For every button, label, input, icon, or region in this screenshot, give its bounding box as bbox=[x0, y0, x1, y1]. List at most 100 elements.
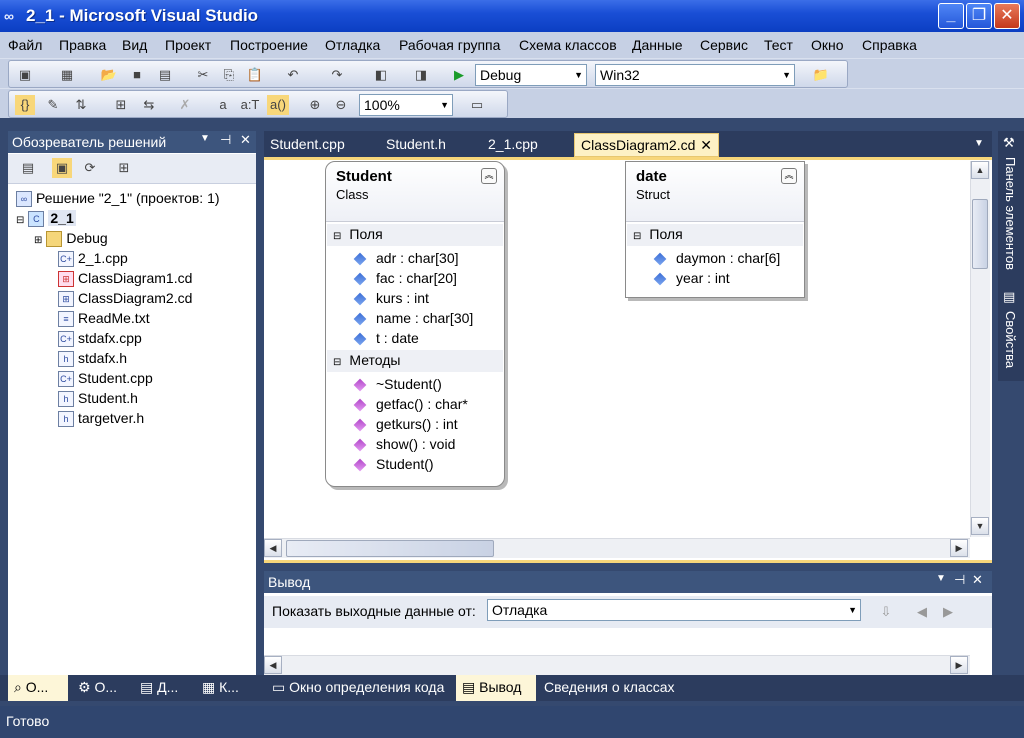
new-project-icon[interactable]: ▣ bbox=[15, 65, 35, 85]
vertical-scrollbar[interactable]: ▲ ▼ bbox=[970, 161, 990, 537]
field-item[interactable]: adr : char[30] bbox=[353, 250, 459, 266]
field-item[interactable]: t : date bbox=[353, 330, 419, 346]
methods-section[interactable]: ⊟ Методы bbox=[327, 350, 503, 372]
class-details-window-icon[interactable]: ▭ bbox=[467, 95, 487, 115]
add-item-icon[interactable]: ▦ bbox=[57, 65, 77, 85]
zoom-in-icon[interactable]: ⊕ bbox=[305, 95, 325, 115]
class-hierarchy-icon[interactable]: ⊞ bbox=[111, 95, 131, 115]
field-item[interactable]: fac : char[20] bbox=[353, 270, 457, 286]
horizontal-scroll-thumb[interactable] bbox=[286, 540, 494, 557]
tree-solution[interactable]: ∞ Решение "2_1" (проектов: 1) bbox=[16, 188, 220, 208]
navigate-backward-icon[interactable]: ◧ bbox=[371, 65, 391, 85]
start-debugging-icon[interactable]: ▶ bbox=[449, 65, 469, 85]
fields-section[interactable]: ⊟ Поля bbox=[327, 224, 503, 246]
vertical-scroll-thumb[interactable] bbox=[972, 199, 988, 269]
properties-icon[interactable]: ▤ bbox=[1003, 289, 1015, 305]
tab-student-h[interactable]: Student.h bbox=[380, 133, 452, 157]
tab-property-manager[interactable]: ▤ Д... bbox=[134, 675, 184, 701]
display-signature-button[interactable]: a() bbox=[267, 95, 289, 115]
collapse-icon[interactable]: ⊟ bbox=[16, 215, 24, 226]
save-icon[interactable]: ■ bbox=[127, 65, 147, 85]
pin-icon[interactable]: ⊣ bbox=[954, 572, 965, 588]
tree-item-stdafx-h[interactable]: h stdafx.h bbox=[58, 348, 127, 368]
group-by-kind-icon[interactable]: {} bbox=[15, 95, 35, 115]
menu-debug[interactable]: Отладка bbox=[325, 37, 380, 53]
show-all-files-icon[interactable]: ▣ bbox=[52, 158, 72, 178]
find-in-files-icon[interactable]: 📁 bbox=[811, 65, 831, 85]
chevron-down-icon[interactable]: ▼ bbox=[200, 133, 210, 144]
chevron-down-icon[interactable]: ▼ bbox=[974, 138, 984, 149]
copy-icon[interactable]: ⎘ bbox=[219, 65, 239, 85]
cut-icon[interactable]: ✂ bbox=[193, 65, 213, 85]
collapse-icon[interactable]: ︽ bbox=[481, 168, 497, 184]
struct-shape-date[interactable]: date Struct ︽ ⊟ Поля daymon : char[6] yea… bbox=[625, 161, 805, 298]
tree-item-stdafx-cpp[interactable]: C+ stdafx.cpp bbox=[58, 328, 142, 348]
close-icon[interactable]: ✕ bbox=[240, 132, 251, 148]
tree-item-student-h[interactable]: h Student.h bbox=[58, 388, 138, 408]
tab-team-explorer[interactable]: ▦ К... bbox=[196, 675, 245, 701]
method-item[interactable]: ~Student() bbox=[353, 376, 442, 392]
menu-edit[interactable]: Правка bbox=[59, 37, 106, 53]
expand-icon[interactable]: ⊞ bbox=[34, 235, 42, 246]
output-source-dropdown[interactable]: Отладка ▼ bbox=[487, 599, 861, 621]
collapse-icon[interactable]: ⊟ bbox=[633, 231, 641, 242]
tree-item-targetver[interactable]: h targetver.h bbox=[58, 408, 144, 428]
platform-dropdown[interactable]: Win32 ▼ bbox=[595, 64, 795, 86]
pin-icon[interactable]: ⊣ bbox=[220, 132, 231, 148]
view-class-diagram-icon[interactable]: ⊞ bbox=[114, 158, 134, 178]
display-name-type-button[interactable]: a:T bbox=[237, 95, 263, 115]
menu-data[interactable]: Данные bbox=[632, 37, 683, 53]
collapse-icon[interactable]: ︽ bbox=[781, 168, 797, 184]
zoom-dropdown[interactable]: 100% ▼ bbox=[359, 94, 453, 116]
tree-item-2_1-cpp[interactable]: C+ 2_1.cpp bbox=[58, 248, 128, 268]
close-button[interactable]: ✕ bbox=[994, 3, 1020, 29]
method-item[interactable]: getfac() : char* bbox=[353, 396, 468, 412]
menu-class-diagram[interactable]: Схема классов bbox=[519, 37, 617, 53]
menu-help[interactable]: Справка bbox=[862, 37, 917, 53]
tab-class-details[interactable]: Сведения о классах bbox=[538, 675, 681, 701]
scroll-right-icon[interactable]: ▶ bbox=[950, 656, 968, 674]
menu-tools[interactable]: Сервис bbox=[700, 37, 748, 53]
field-item[interactable]: kurs : int bbox=[353, 290, 429, 306]
tab-class-view[interactable]: ⚙ О... bbox=[72, 675, 123, 701]
tree-item-classdiagram1[interactable]: ⊞ ClassDiagram1.cd bbox=[58, 268, 192, 288]
navigate-forward-icon[interactable]: ◨ bbox=[411, 65, 431, 85]
field-item[interactable]: year : int bbox=[653, 270, 730, 286]
properties-icon[interactable]: ▤ bbox=[18, 158, 38, 178]
scroll-left-icon[interactable]: ◀ bbox=[264, 539, 282, 557]
field-item[interactable]: name : char[30] bbox=[353, 310, 473, 326]
horizontal-scrollbar[interactable]: ◀ ▶ bbox=[264, 538, 970, 558]
tree-project[interactable]: ⊟ C 2_1 bbox=[16, 208, 76, 228]
tab-code-definition[interactable]: ▭ Окно определения кода bbox=[266, 675, 450, 701]
refresh-icon[interactable]: ⟳ bbox=[80, 158, 100, 178]
field-item[interactable]: daymon : char[6] bbox=[653, 250, 780, 266]
display-name-button[interactable]: a bbox=[213, 95, 233, 115]
chevron-down-icon[interactable]: ▼ bbox=[936, 573, 946, 584]
previous-message-icon[interactable]: ◀ bbox=[912, 602, 932, 622]
menu-build[interactable]: Построение bbox=[230, 37, 308, 53]
scroll-right-icon[interactable]: ▶ bbox=[950, 539, 968, 557]
go-to-line-icon[interactable]: ⇩ bbox=[876, 602, 896, 622]
save-all-icon[interactable]: ▤ bbox=[155, 65, 175, 85]
menu-window[interactable]: Окно bbox=[811, 37, 844, 53]
zoom-out-icon[interactable]: ⊖ bbox=[331, 95, 351, 115]
next-message-icon[interactable]: ▶ bbox=[938, 602, 958, 622]
tree-item-debug[interactable]: ⊞ Debug bbox=[34, 228, 108, 248]
tab-classdiagram2[interactable]: ClassDiagram2.cd ✕ bbox=[574, 133, 719, 157]
tree-item-classdiagram2[interactable]: ⊞ ClassDiagram2.cd bbox=[58, 288, 192, 308]
delete-icon[interactable]: ✗ bbox=[175, 95, 195, 115]
group-by-access-icon[interactable]: ✎ bbox=[43, 95, 63, 115]
method-item[interactable]: Student() bbox=[353, 456, 434, 472]
tab-student-cpp[interactable]: Student.cpp bbox=[264, 133, 351, 157]
tab-output[interactable]: ▤ Вывод bbox=[456, 675, 536, 701]
undo-icon[interactable]: ↶ bbox=[283, 65, 303, 85]
sort-alphabetically-icon[interactable]: ⇅ bbox=[71, 95, 91, 115]
configuration-dropdown[interactable]: Debug ▼ bbox=[475, 64, 587, 86]
open-file-icon[interactable]: 📂 bbox=[99, 65, 119, 85]
menu-file[interactable]: Файл bbox=[8, 37, 42, 53]
toolbox-tab[interactable]: Панель элементов bbox=[1003, 157, 1018, 270]
tree-item-student-cpp[interactable]: C+ Student.cpp bbox=[58, 368, 153, 388]
fields-section[interactable]: ⊟ Поля bbox=[627, 224, 803, 246]
tree-item-readme[interactable]: ≡ ReadMe.txt bbox=[58, 308, 150, 328]
collapse-icon[interactable]: ⊟ bbox=[333, 231, 341, 242]
